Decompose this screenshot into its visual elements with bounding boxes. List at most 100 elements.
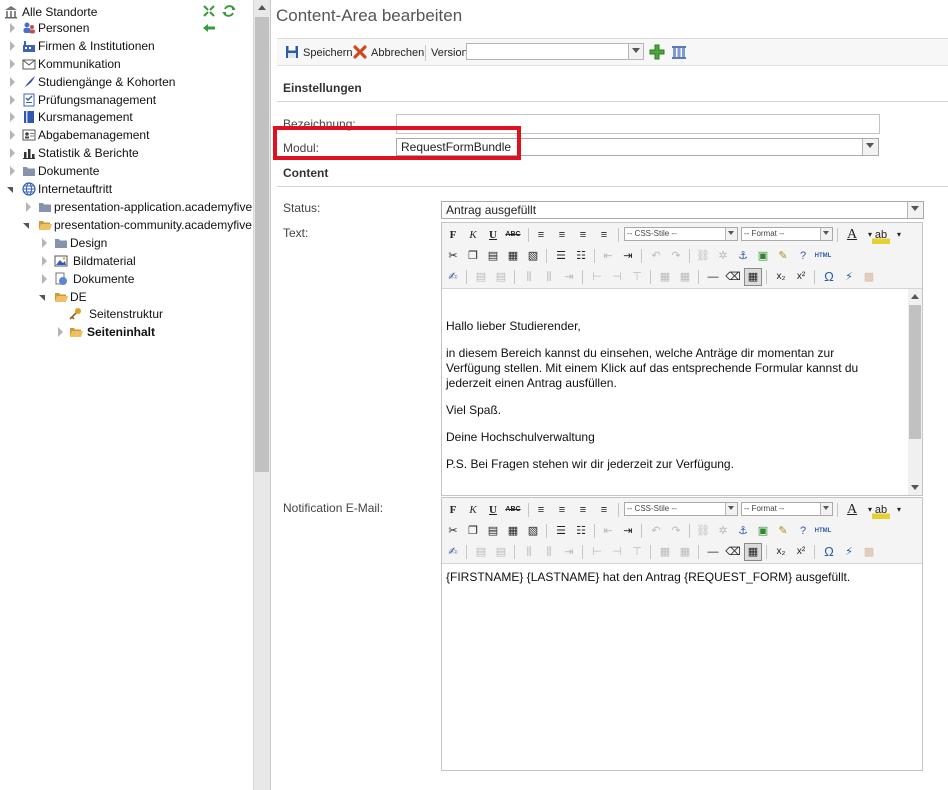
italic-icon[interactable]: K	[464, 226, 482, 244]
anchor-icon[interactable]: ⚓	[734, 247, 752, 265]
chevron-down-icon[interactable]	[820, 228, 832, 240]
html-source-icon[interactable]: HTML	[814, 247, 832, 265]
paste-word-icon[interactable]: ▧	[524, 522, 542, 540]
indent-icon[interactable]: ⇥	[619, 247, 637, 265]
paste-icon[interactable]: ▤	[484, 522, 502, 540]
version-select[interactable]	[466, 43, 644, 60]
align-left-icon[interactable]: ≡	[532, 226, 550, 244]
insert-image-icon[interactable]: ▣	[754, 522, 772, 540]
chevron-down-icon[interactable]	[725, 503, 737, 515]
notification-editor-body[interactable]: {FIRSTNAME} {LASTNAME} hat den Antrag {R…	[442, 564, 922, 770]
table-row-before-icon[interactable]: ▤	[472, 268, 490, 286]
chevron-down-icon[interactable]	[820, 503, 832, 515]
cleanup-icon[interactable]: ✎	[774, 522, 792, 540]
tree-scrollbar[interactable]	[253, 0, 270, 790]
undo-icon[interactable]: ↶	[647, 522, 665, 540]
align-left-icon[interactable]: ≡	[532, 501, 550, 519]
chevron-down-icon[interactable]: ▾	[890, 501, 908, 519]
table-icon[interactable]: ▦	[744, 543, 762, 561]
compare-version-button[interactable]	[670, 43, 688, 63]
expand-icon[interactable]	[10, 59, 15, 69]
expand-icon[interactable]	[10, 148, 15, 158]
underline-icon[interactable]: U	[484, 226, 502, 244]
chevron-down-icon[interactable]	[862, 139, 878, 155]
table-delete-row-icon[interactable]: ⊤	[628, 543, 646, 561]
bold-icon[interactable]: F	[444, 501, 462, 519]
scroll-thumb[interactable]	[255, 17, 269, 472]
link-icon[interactable]: ⛓	[694, 247, 712, 265]
copy-icon[interactable]: ❐	[464, 522, 482, 540]
editor-scrollbar[interactable]	[908, 289, 922, 495]
align-center-icon[interactable]: ≡	[553, 226, 571, 244]
numbered-list-icon[interactable]: ☷	[572, 247, 590, 265]
expand-icon[interactable]	[10, 112, 15, 122]
align-justify-icon[interactable]: ≡	[595, 501, 613, 519]
table-row-after-icon[interactable]: ▤	[492, 268, 510, 286]
cell-props-icon[interactable]: ▦	[676, 268, 694, 286]
bullet-list-icon[interactable]: ☰	[552, 247, 570, 265]
redo-icon[interactable]: ↷	[667, 522, 685, 540]
edit-form-icon[interactable]: ✍	[444, 543, 462, 561]
unlink-icon[interactable]: ✲	[714, 522, 732, 540]
table-icon[interactable]: ▦	[744, 268, 762, 286]
expand-icon[interactable]	[58, 327, 63, 337]
cut-icon[interactable]: ✂	[444, 522, 462, 540]
subscript-icon[interactable]: x₂	[772, 268, 790, 286]
special-char-icon[interactable]: Ω	[820, 268, 838, 286]
superscript-icon[interactable]: x²	[792, 543, 810, 561]
align-justify-icon[interactable]: ≡	[595, 226, 613, 244]
table-delete-col-icon[interactable]: ⇥	[560, 543, 578, 561]
strikethrough-icon[interactable]: ABC	[504, 226, 522, 244]
paste-text-icon[interactable]: ▦	[504, 522, 522, 540]
underline-icon[interactable]: U	[484, 501, 502, 519]
expand-icon[interactable]	[42, 238, 47, 248]
table-col-before-icon[interactable]: ⫼	[520, 543, 538, 561]
notification-editor[interactable]: F K U ABC ≡ ≡ ≡ ≡ -- CSS-Stile -- -- For…	[441, 497, 923, 771]
align-center-icon[interactable]: ≡	[553, 501, 571, 519]
scroll-down-icon[interactable]	[911, 485, 919, 490]
highlight-color-icon[interactable]: ab	[872, 501, 890, 519]
strikethrough-icon[interactable]: ABC	[504, 501, 522, 519]
numbered-list-icon[interactable]: ☷	[572, 522, 590, 540]
table-col-after-icon[interactable]: ⫼	[540, 268, 558, 286]
expand-icon[interactable]	[26, 202, 31, 212]
bold-icon[interactable]: F	[444, 226, 462, 244]
expand-icon[interactable]	[10, 77, 15, 87]
help-icon[interactable]: ?	[794, 522, 812, 540]
expand-icon[interactable]	[10, 130, 15, 140]
table-props-icon[interactable]: ▦	[656, 543, 674, 561]
format-select[interactable]: -- Format --	[741, 502, 833, 516]
indent-icon[interactable]: ⇥	[619, 522, 637, 540]
bullet-list-icon[interactable]: ☰	[552, 522, 570, 540]
text-editor-body[interactable]: Hallo lieber Studierender, in diesem Ber…	[442, 289, 922, 495]
table-props-icon[interactable]: ▦	[656, 268, 674, 286]
unlink-icon[interactable]: ✲	[714, 247, 732, 265]
subscript-icon[interactable]: x₂	[772, 543, 790, 561]
media-icon[interactable]: ▩	[860, 543, 878, 561]
css-style-select[interactable]: -- CSS-Stile --	[624, 227, 738, 241]
horizontal-rule-icon[interactable]: —	[704, 268, 722, 286]
table-col-before-icon[interactable]: ⫼	[520, 268, 538, 286]
expand-icon[interactable]	[10, 166, 15, 176]
chevron-down-icon[interactable]: ▾	[890, 226, 908, 244]
flash-icon[interactable]: ⚡	[840, 543, 858, 561]
table-row-before-icon[interactable]: ▤	[472, 543, 490, 561]
chevron-down-icon[interactable]	[907, 202, 923, 218]
undo-icon[interactable]: ↶	[647, 247, 665, 265]
link-icon[interactable]: ⛓	[694, 522, 712, 540]
expand-icon[interactable]	[42, 274, 47, 284]
css-style-select[interactable]: -- CSS-Stile --	[624, 502, 738, 516]
collapse-icon[interactable]	[7, 187, 13, 193]
refresh-icon[interactable]	[222, 4, 236, 21]
copy-icon[interactable]: ❐	[464, 247, 482, 265]
chevron-down-icon[interactable]	[725, 228, 737, 240]
align-right-icon[interactable]: ≡	[574, 226, 592, 244]
save-button[interactable]: Speichern	[285, 43, 353, 63]
insert-image-icon[interactable]: ▣	[754, 247, 772, 265]
table-col-after-icon[interactable]: ⫼	[540, 543, 558, 561]
format-select[interactable]: -- Format --	[741, 227, 833, 241]
table-split-icon[interactable]: ⊢	[588, 543, 606, 561]
collapse-icon[interactable]	[23, 223, 29, 229]
scroll-up-icon[interactable]	[258, 5, 266, 10]
expand-icon[interactable]	[42, 256, 47, 266]
